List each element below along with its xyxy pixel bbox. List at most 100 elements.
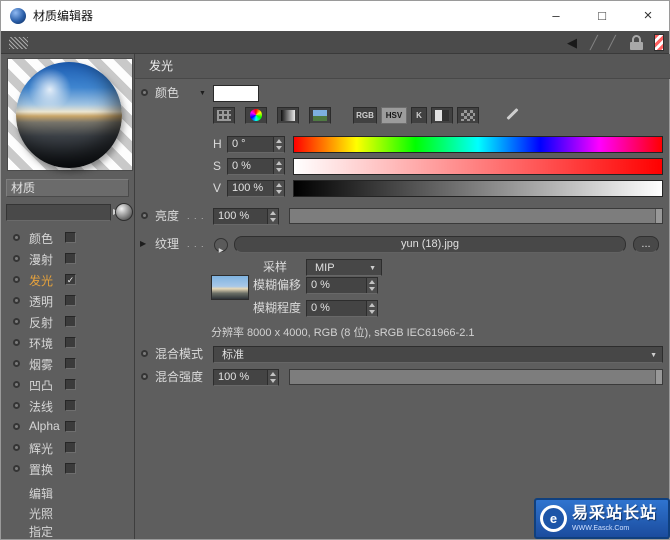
value-label: V [213,181,222,195]
mix-mode-dropdown[interactable]: 标准 ▼ [213,346,663,363]
swatch-palette-icon[interactable] [457,107,479,124]
back-icon[interactable]: ◀ [567,34,577,51]
channel-row-luminance[interactable]: 发光 ✓ [1,271,133,291]
nav-slash2-icon[interactable]: ╱ [608,34,616,51]
color-swatch[interactable] [213,85,259,102]
color-wheel-icon[interactable] [245,107,267,124]
material-name-field[interactable] [6,204,111,221]
mixstrength-anim-dot[interactable] [141,373,148,380]
channel-checkbox[interactable] [65,400,76,411]
channel-row-displacement[interactable]: 置换 [1,460,133,480]
value-gradient-bar[interactable] [293,180,663,197]
anim-dot[interactable] [13,381,20,388]
sampling-dropdown[interactable]: MIP ▼ [306,259,382,276]
channel-row-environment[interactable]: 环境 [1,334,133,354]
channel-row-color[interactable]: 颜色 [1,229,133,249]
stepper-arrows-icon[interactable] [267,209,278,224]
channel-checkbox-checked[interactable]: ✓ [65,274,76,285]
k-mode-button[interactable]: K [411,107,427,124]
hue-gradient-bar[interactable] [293,136,663,153]
hue-stepper[interactable]: 0 ° [227,136,285,153]
rgb-mode-button[interactable]: RGB [353,107,377,124]
value-stepper[interactable]: 100 % [227,180,285,197]
stepper-arrows-icon[interactable] [273,137,284,152]
channel-row-glow[interactable]: 辉光 [1,439,133,459]
texture-browse-button[interactable]: ... [633,236,659,253]
channel-checkbox[interactable] [65,295,76,306]
preview-globe-icon[interactable] [115,203,133,221]
anim-dot[interactable] [13,234,20,241]
swatches-grid-icon[interactable] [213,107,235,124]
sampling-label: 采样 [263,260,288,274]
stepper-arrows-icon[interactable] [273,181,284,196]
anim-dot[interactable] [13,297,20,304]
drag-grip-icon[interactable] [9,37,28,49]
channel-row-bump[interactable]: 凹凸 [1,376,133,396]
sidebar-item-assign[interactable]: 指定 [1,522,133,540]
anim-dot[interactable] [13,423,20,430]
channel-row-reflection[interactable]: 反射 [1,313,133,333]
sidebar-item-illumination[interactable]: 光照 [1,504,133,522]
titlebar[interactable]: 材质编辑器 – □ × [1,1,669,31]
saturation-stepper[interactable]: 0 % [227,158,285,175]
preview-sphere[interactable] [16,62,122,168]
anim-dot[interactable] [13,444,20,451]
channel-row-fog[interactable]: 烟雾 [1,355,133,375]
mixmode-anim-dot[interactable] [141,350,148,357]
lock-icon[interactable] [630,35,643,50]
mix-strength-slider[interactable] [289,369,663,385]
channel-row-transparency[interactable]: 透明 [1,292,133,312]
minimize-button[interactable]: – [533,1,579,31]
hsv-mode-button[interactable]: HSV [381,107,407,124]
slider-knob[interactable] [655,370,662,384]
channel-row-alpha[interactable]: Alpha [1,418,133,438]
image-picker-icon[interactable] [309,107,331,124]
color-expand-icon[interactable]: ▼ [199,90,206,98]
mix-strength-stepper[interactable]: 100 % [213,369,279,386]
brightness-slider[interactable] [289,208,663,224]
close-button[interactable]: × [625,1,670,31]
stepper-arrows-icon[interactable] [366,278,377,293]
anim-dot[interactable] [13,318,20,325]
compare-stripe-icon[interactable] [654,34,664,51]
mixer-icon[interactable] [431,107,453,124]
maximize-button[interactable]: □ [579,1,625,31]
material-preview[interactable] [7,58,133,171]
channel-checkbox[interactable] [65,253,76,264]
anim-dot[interactable] [13,465,20,472]
brightness-anim-dot[interactable] [141,212,148,219]
channel-checkbox[interactable] [65,337,76,348]
eyedropper-icon[interactable] [503,105,521,124]
channel-row-diffusion[interactable]: 漫射 [1,250,133,270]
channel-checkbox[interactable] [65,463,76,474]
blur-offset-stepper[interactable]: 0 % [306,277,378,294]
channel-checkbox[interactable] [65,421,76,432]
channel-row-normal[interactable]: 法线 [1,397,133,417]
stepper-arrows-icon[interactable] [267,370,278,385]
channel-checkbox[interactable] [65,379,76,390]
anim-dot[interactable] [13,276,20,283]
anim-dot[interactable] [13,402,20,409]
channel-checkbox[interactable] [65,316,76,327]
sidebar-item-edit[interactable]: 编辑 [1,484,133,502]
texture-expand-icon[interactable]: ▶ [140,240,146,248]
brightness-stepper[interactable]: 100 % [213,208,279,225]
stepper-arrows-icon[interactable] [366,301,377,316]
channel-checkbox[interactable] [65,442,76,453]
nav-slash-icon[interactable]: ╱ [590,34,598,51]
channel-checkbox[interactable] [65,232,76,243]
texture-thumbnail[interactable] [211,275,249,300]
texture-file-button[interactable]: yun (18).jpg [234,236,626,253]
slider-knob[interactable] [655,209,662,223]
anim-dot[interactable] [13,360,20,367]
anim-dot[interactable] [13,339,20,346]
texture-menu-button[interactable]: ▶ [214,238,228,254]
blur-strength-stepper[interactable]: 0 % [306,300,378,317]
watermark: e 易采站长站 WWW.Easck.Com [534,498,670,539]
anim-dot[interactable] [13,255,20,262]
saturation-gradient-bar[interactable] [293,158,663,175]
stepper-arrows-icon[interactable] [273,159,284,174]
gradient-picker-icon[interactable] [277,107,299,124]
color-anim-dot[interactable] [141,89,148,96]
channel-checkbox[interactable] [65,358,76,369]
